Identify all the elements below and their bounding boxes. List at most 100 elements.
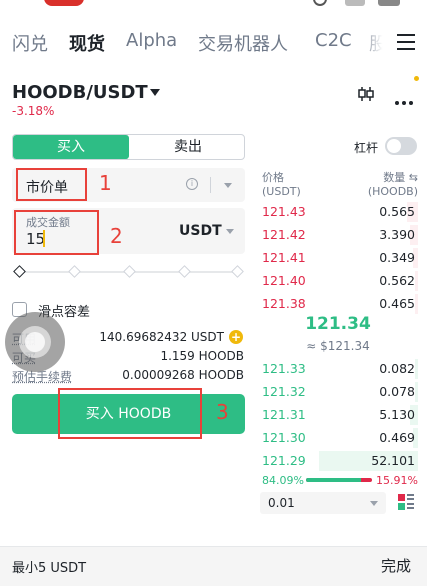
ask-qty: 0.349: [379, 250, 415, 265]
chevron-down-icon[interactable]: [226, 229, 234, 234]
chevron-down-icon[interactable]: [224, 183, 232, 188]
bid-row[interactable]: 121.30 0.469: [258, 428, 418, 448]
bid-qty: 0.469: [379, 430, 415, 445]
ask-price: 121.38: [262, 296, 306, 311]
annotation-box-3: [58, 388, 202, 439]
qty-header: 数量 ⇆ (HOODB): [368, 171, 418, 199]
slider-step-50[interactable]: [123, 265, 136, 278]
ask-qty: 3.390: [379, 227, 415, 242]
ask-price: 121.41: [262, 250, 306, 265]
bid-price: 121.29: [262, 453, 306, 468]
bid-qty: 0.082: [379, 361, 415, 376]
sell-ratio: 15.91%: [376, 474, 418, 487]
depth-bar: [414, 359, 418, 379]
ask-qty: 0.465: [379, 296, 415, 311]
annotation-box-1: [16, 168, 87, 201]
depth-bar: [414, 294, 418, 314]
ratio-bar: [306, 478, 372, 482]
bid-row[interactable]: 121.33 0.082: [258, 359, 418, 379]
bid-price: 121.33: [262, 361, 306, 376]
leverage-toggle[interactable]: [385, 137, 417, 155]
bid-qty: 0.078: [379, 384, 415, 399]
ask-row[interactable]: 121.42 3.390: [258, 225, 418, 245]
wifi-icon: [313, 0, 327, 6]
buyable-value: 1.159 HOODB: [160, 349, 244, 363]
amount-slider[interactable]: [12, 264, 245, 280]
bid-qty: 5.130: [379, 407, 415, 422]
slider-step-25[interactable]: [68, 265, 81, 278]
battery-icon: [378, 0, 400, 6]
fee-value: 0.00009268 HOODB: [122, 368, 244, 382]
price-header: 价格 (USDT): [262, 171, 301, 199]
ask-price: 121.43: [262, 204, 306, 219]
slider-handle[interactable]: [13, 265, 26, 278]
depth-bar: [414, 382, 418, 402]
bid-row[interactable]: 121.29 52.101: [258, 451, 418, 471]
sell-tab[interactable]: 卖出: [131, 135, 244, 159]
amount-unit-select[interactable]: USDT: [179, 223, 222, 239]
assistive-touch-button[interactable]: [5, 312, 65, 372]
ratio-bar-fill: [306, 478, 362, 482]
chevron-down-icon[interactable]: [150, 89, 160, 96]
more-icon[interactable]: [395, 90, 417, 105]
annotation-number-1: 1: [99, 171, 112, 195]
ask-row[interactable]: 121.40 0.562: [258, 271, 418, 291]
bid-price: 121.30: [262, 430, 306, 445]
done-button[interactable]: 完成: [381, 555, 411, 576]
candlestick-chart-icon[interactable]: [357, 85, 375, 103]
available-value: 140.69682432 USDT: [99, 330, 224, 344]
tab-alpha[interactable]: Alpha: [126, 30, 177, 51]
bid-price: 121.31: [262, 407, 306, 422]
bid-qty: 52.101: [371, 453, 415, 468]
divider: [210, 177, 211, 193]
status-bar: [0, 0, 427, 12]
signal-icon: [345, 0, 365, 6]
price-change: -3.18%: [12, 104, 55, 118]
buy-tab[interactable]: 买入: [13, 135, 129, 159]
orderbook-layout-icon[interactable]: [397, 493, 415, 511]
price-header-unit: (USDT): [262, 185, 301, 198]
ask-price: 121.40: [262, 273, 306, 288]
bid-price: 121.32: [262, 384, 306, 399]
slider-step-100[interactable]: [231, 265, 244, 278]
qty-header-label: 数量 ⇆: [383, 171, 418, 184]
tab-c2c[interactable]: C2C: [315, 30, 352, 51]
pair-selector[interactable]: HOODB/USDT: [12, 82, 148, 103]
menu-icon[interactable]: [397, 34, 415, 50]
info-icon[interactable]: i: [186, 178, 198, 190]
chevron-down-icon: [370, 501, 378, 506]
qty-header-unit: (HOODB): [367, 185, 418, 198]
last-price[interactable]: 121.34: [258, 314, 418, 334]
buy-ratio: 84.09%: [262, 474, 304, 487]
ask-price: 121.42: [262, 227, 306, 242]
ask-qty: 0.562: [379, 273, 415, 288]
price-header-label: 价格: [262, 171, 284, 184]
last-price-fiat: ≈ $121.34: [306, 339, 370, 353]
notification-dot: [414, 76, 419, 81]
bid-row[interactable]: 121.32 0.078: [258, 382, 418, 402]
add-funds-icon[interactable]: +: [229, 330, 243, 344]
depth-bar: [414, 271, 418, 291]
precision-select[interactable]: 0.01: [260, 492, 386, 514]
annotation-box-2: [14, 210, 99, 255]
tab-trading-bots[interactable]: 交易机器人: [198, 30, 288, 56]
tab-spot[interactable]: 现货: [69, 30, 105, 56]
top-nav: 闪兑 现货 Alpha 交易机器人 C2C 股: [0, 30, 427, 58]
buy-sell-toggle: 买入 卖出: [12, 134, 245, 160]
ask-row[interactable]: 121.41 0.349: [258, 248, 418, 268]
min-amount-hint: 最小5 USDT: [12, 561, 87, 576]
ask-qty: 0.565: [379, 204, 415, 219]
ask-row[interactable]: 121.38 0.465: [258, 294, 418, 314]
keyboard-toolbar: 最小5 USDT 完成: [0, 546, 427, 586]
tab-fade: [360, 30, 388, 58]
slider-step-75[interactable]: [178, 265, 191, 278]
ask-row[interactable]: 121.43 0.565: [258, 202, 418, 222]
recording-indicator: [44, 0, 84, 6]
tab-convert[interactable]: 闪兑: [12, 30, 48, 56]
swap-icon[interactable]: ⇆: [409, 171, 418, 184]
bid-row[interactable]: 121.31 5.130: [258, 405, 418, 425]
annotation-number-3: 3: [216, 400, 229, 424]
annotation-number-2: 2: [110, 224, 123, 248]
precision-value: 0.01: [268, 496, 295, 510]
leverage-label: 杠杆: [354, 141, 379, 155]
